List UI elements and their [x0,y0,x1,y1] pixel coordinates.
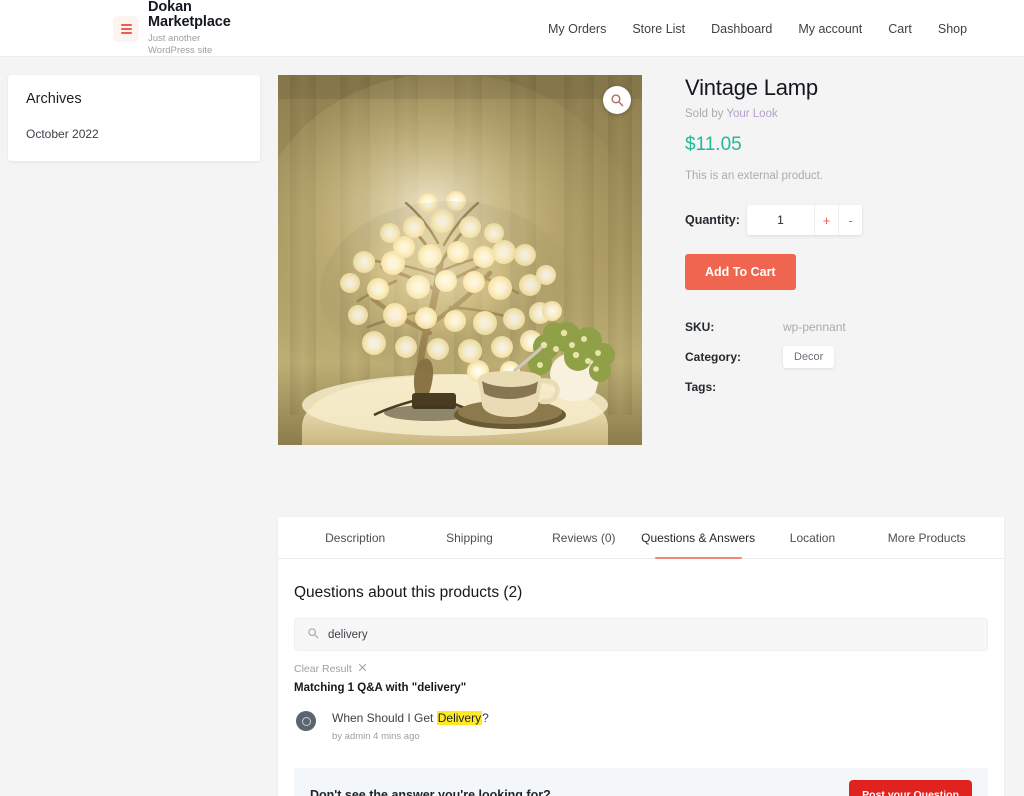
product-tabs: Description Shipping Reviews (0) Questio… [278,517,1004,559]
category-label: Category: [685,350,742,365]
tab-reviews[interactable]: Reviews (0) [527,517,641,558]
nav-item-cart[interactable]: Cart [888,22,912,36]
user-avatar-icon [296,711,316,731]
product-type-note: This is an external product. [685,170,824,183]
qa-content: Questions about this products (2) Clear … [278,559,1004,742]
hamburger-icon[interactable] [113,15,139,42]
nav-item-dashboard[interactable]: Dashboard [711,22,772,36]
tab-location[interactable]: Location [755,517,869,558]
qa-matching-text: Matching 1 Q&A with "delivery" [294,682,467,694]
meta-row-category: Category: Decor [685,342,1005,372]
site-header: Dokan Marketplace Just another WordPress… [0,0,1024,57]
tab-description[interactable]: Description [298,517,412,558]
clear-result-button[interactable]: Clear Result [294,663,988,675]
quantity-row: Quantity: + - [685,205,1005,236]
qa-question-highlight: Delivery [436,711,483,725]
close-icon[interactable] [358,663,367,675]
meta-row-tags: Tags: [685,372,1005,402]
vendor-link[interactable]: Your Look [726,108,777,120]
quantity-decrease-button[interactable]: - [838,205,862,236]
archives-widget: Archives October 2022 [8,75,260,161]
nav-item-store-list[interactable]: Store List [632,22,685,36]
site-tagline: Just another WordPress site [148,33,213,57]
product-meta: SKU: wp-pennant Category: Decor Tags: [685,312,1005,402]
product-tabs-panel: Description Shipping Reviews (0) Questio… [278,517,1004,796]
qa-question-meta: by admin 4 mins ago [332,731,420,743]
add-to-cart-button[interactable]: Add To Cart [685,254,796,291]
qa-cta-banner: Don't see the answer you're looking for?… [294,768,988,796]
product-summary: Vintage Lamp Sold by Your Look $11.05 Th… [685,75,1005,402]
product-gallery[interactable] [278,75,642,445]
qa-question-after: ? [482,711,489,725]
archives-item-october-2022[interactable]: October 2022 [26,127,242,141]
tags-label: Tags: [685,380,717,395]
tab-questions-answers[interactable]: Questions & Answers [641,517,755,559]
nav-item-my-account[interactable]: My account [798,22,862,36]
main-navigation: My Orders Store List Dashboard My accoun… [548,0,967,57]
meta-row-sku: SKU: wp-pennant [685,312,1005,342]
magnifier-icon[interactable] [603,86,631,114]
site-title[interactable]: Dokan Marketplace [148,0,243,30]
post-question-button[interactable]: Post your Question [849,779,972,796]
qa-question-text[interactable]: When Should I Get Delivery? [332,710,489,726]
qa-list-item[interactable]: When Should I Get Delivery? by admin 4 m… [294,710,988,742]
tab-more-products[interactable]: More Products [870,517,984,558]
sold-by-line: Sold by Your Look [685,108,1005,120]
qa-heading: Questions about this products (2) [294,584,523,601]
quantity-label: Quantity: [685,213,740,228]
qa-cta-text: Don't see the answer you're looking for? [310,787,551,796]
archives-title: Archives [26,91,82,107]
clear-result-label: Clear Result [294,663,352,675]
category-chip-decor[interactable]: Decor [783,346,835,369]
tab-shipping[interactable]: Shipping [412,517,526,558]
quantity-increase-button[interactable]: + [814,205,838,236]
nav-item-my-orders[interactable]: My Orders [548,22,606,36]
product-image [278,75,642,445]
product-price: $11.05 [685,134,742,156]
qa-question-before: When Should I Get [332,711,437,725]
qa-search-field[interactable] [294,618,988,651]
qa-search-input[interactable] [328,628,975,641]
sold-by-prefix: Sold by [685,108,724,121]
quantity-input[interactable] [747,205,814,236]
quantity-stepper[interactable]: + - [747,205,862,236]
search-icon [307,626,319,644]
page-title: Vintage Lamp [685,75,818,100]
nav-item-shop[interactable]: Shop [938,22,967,36]
sku-value: wp-pennant [783,320,846,335]
site-branding[interactable]: Dokan Marketplace Just another WordPress… [113,0,244,57]
sku-label: SKU: [685,320,715,335]
